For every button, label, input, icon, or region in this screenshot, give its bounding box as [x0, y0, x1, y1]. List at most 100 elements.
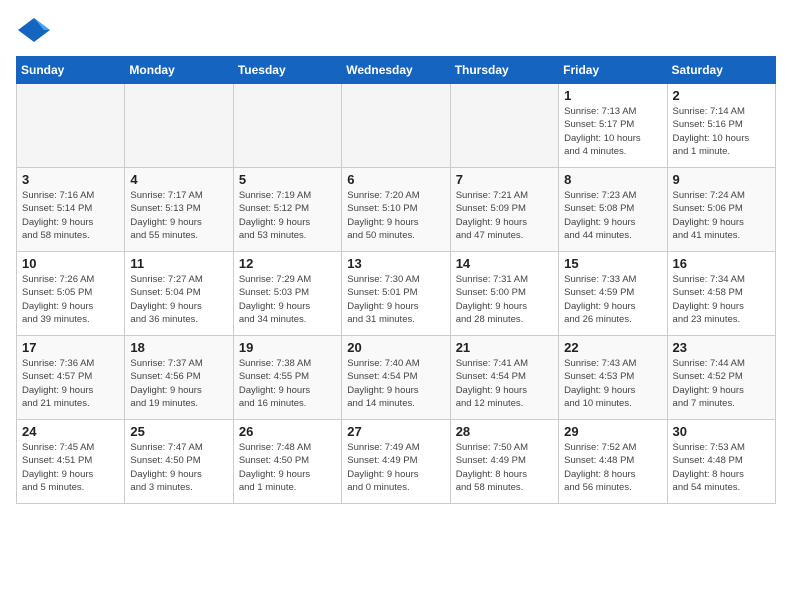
day-info: Sunrise: 7:26 AM Sunset: 5:05 PM Dayligh… [22, 273, 119, 326]
day-number: 13 [347, 256, 444, 271]
day-number: 21 [456, 340, 553, 355]
calendar-cell [450, 84, 558, 168]
calendar-cell: 12 Sunrise: 7:29 AM Sunset: 5:03 PM Dayli… [233, 252, 341, 336]
day-number: 3 [22, 172, 119, 187]
day-info: Sunrise: 7:44 AM Sunset: 4:52 PM Dayligh… [673, 357, 770, 410]
calendar-cell: 2 Sunrise: 7:14 AM Sunset: 5:16 PM Daylig… [667, 84, 775, 168]
day-number: 28 [456, 424, 553, 439]
weekday-header-wednesday: Wednesday [342, 57, 450, 84]
day-info: Sunrise: 7:27 AM Sunset: 5:04 PM Dayligh… [130, 273, 227, 326]
calendar-cell: 14 Sunrise: 7:31 AM Sunset: 5:00 PM Dayli… [450, 252, 558, 336]
day-number: 15 [564, 256, 661, 271]
day-info: Sunrise: 7:53 AM Sunset: 4:48 PM Dayligh… [673, 441, 770, 494]
calendar-cell [17, 84, 125, 168]
day-info: Sunrise: 7:33 AM Sunset: 4:59 PM Dayligh… [564, 273, 661, 326]
calendar-cell: 20 Sunrise: 7:40 AM Sunset: 4:54 PM Dayli… [342, 336, 450, 420]
day-number: 11 [130, 256, 227, 271]
day-info: Sunrise: 7:50 AM Sunset: 4:49 PM Dayligh… [456, 441, 553, 494]
day-info: Sunrise: 7:24 AM Sunset: 5:06 PM Dayligh… [673, 189, 770, 242]
day-number: 4 [130, 172, 227, 187]
calendar-cell: 28 Sunrise: 7:50 AM Sunset: 4:49 PM Dayli… [450, 420, 558, 504]
logo-icon [16, 16, 52, 44]
weekday-header-saturday: Saturday [667, 57, 775, 84]
calendar-cell: 11 Sunrise: 7:27 AM Sunset: 5:04 PM Dayli… [125, 252, 233, 336]
day-info: Sunrise: 7:34 AM Sunset: 4:58 PM Dayligh… [673, 273, 770, 326]
day-info: Sunrise: 7:30 AM Sunset: 5:01 PM Dayligh… [347, 273, 444, 326]
calendar-cell: 27 Sunrise: 7:49 AM Sunset: 4:49 PM Dayli… [342, 420, 450, 504]
day-number: 6 [347, 172, 444, 187]
day-number: 10 [22, 256, 119, 271]
day-number: 7 [456, 172, 553, 187]
day-number: 24 [22, 424, 119, 439]
day-number: 27 [347, 424, 444, 439]
calendar-cell: 16 Sunrise: 7:34 AM Sunset: 4:58 PM Dayli… [667, 252, 775, 336]
day-number: 2 [673, 88, 770, 103]
day-info: Sunrise: 7:19 AM Sunset: 5:12 PM Dayligh… [239, 189, 336, 242]
day-number: 17 [22, 340, 119, 355]
calendar-cell: 8 Sunrise: 7:23 AM Sunset: 5:08 PM Daylig… [559, 168, 667, 252]
day-info: Sunrise: 7:29 AM Sunset: 5:03 PM Dayligh… [239, 273, 336, 326]
calendar-cell: 25 Sunrise: 7:47 AM Sunset: 4:50 PM Dayli… [125, 420, 233, 504]
calendar-cell [125, 84, 233, 168]
calendar-cell: 24 Sunrise: 7:45 AM Sunset: 4:51 PM Dayli… [17, 420, 125, 504]
day-number: 1 [564, 88, 661, 103]
day-number: 25 [130, 424, 227, 439]
calendar-cell: 7 Sunrise: 7:21 AM Sunset: 5:09 PM Daylig… [450, 168, 558, 252]
day-info: Sunrise: 7:40 AM Sunset: 4:54 PM Dayligh… [347, 357, 444, 410]
calendar-cell [342, 84, 450, 168]
day-info: Sunrise: 7:21 AM Sunset: 5:09 PM Dayligh… [456, 189, 553, 242]
day-number: 8 [564, 172, 661, 187]
page-header [16, 16, 776, 44]
weekday-header-tuesday: Tuesday [233, 57, 341, 84]
day-info: Sunrise: 7:45 AM Sunset: 4:51 PM Dayligh… [22, 441, 119, 494]
calendar-cell: 4 Sunrise: 7:17 AM Sunset: 5:13 PM Daylig… [125, 168, 233, 252]
day-number: 20 [347, 340, 444, 355]
day-info: Sunrise: 7:47 AM Sunset: 4:50 PM Dayligh… [130, 441, 227, 494]
day-info: Sunrise: 7:31 AM Sunset: 5:00 PM Dayligh… [456, 273, 553, 326]
calendar-cell: 15 Sunrise: 7:33 AM Sunset: 4:59 PM Dayli… [559, 252, 667, 336]
day-info: Sunrise: 7:49 AM Sunset: 4:49 PM Dayligh… [347, 441, 444, 494]
day-number: 14 [456, 256, 553, 271]
calendar-cell: 19 Sunrise: 7:38 AM Sunset: 4:55 PM Dayli… [233, 336, 341, 420]
day-number: 18 [130, 340, 227, 355]
calendar-cell: 3 Sunrise: 7:16 AM Sunset: 5:14 PM Daylig… [17, 168, 125, 252]
day-number: 29 [564, 424, 661, 439]
calendar-cell: 18Sunrise: 7:37 AM Sunset: 4:56 PM Dayli… [125, 336, 233, 420]
day-number: 30 [673, 424, 770, 439]
day-info: Sunrise: 7:16 AM Sunset: 5:14 PM Dayligh… [22, 189, 119, 242]
calendar-cell [233, 84, 341, 168]
calendar-cell: 6 Sunrise: 7:20 AM Sunset: 5:10 PM Daylig… [342, 168, 450, 252]
day-number: 12 [239, 256, 336, 271]
calendar-cell: 10 Sunrise: 7:26 AM Sunset: 5:05 PM Dayli… [17, 252, 125, 336]
calendar-cell: 22Sunrise: 7:43 AM Sunset: 4:53 PM Dayli… [559, 336, 667, 420]
calendar-cell: 5Sunrise: 7:19 AM Sunset: 5:12 PM Daylig… [233, 168, 341, 252]
day-info: Sunrise: 7:38 AM Sunset: 4:55 PM Dayligh… [239, 357, 336, 410]
calendar-cell: 17 Sunrise: 7:36 AM Sunset: 4:57 PM Dayli… [17, 336, 125, 420]
calendar-cell: 21 Sunrise: 7:41 AM Sunset: 4:54 PM Dayli… [450, 336, 558, 420]
calendar-cell: 29 Sunrise: 7:52 AM Sunset: 4:48 PM Dayli… [559, 420, 667, 504]
day-number: 9 [673, 172, 770, 187]
day-info: Sunrise: 7:14 AM Sunset: 5:16 PM Dayligh… [673, 105, 770, 158]
day-info: Sunrise: 7:13 AM Sunset: 5:17 PM Dayligh… [564, 105, 661, 158]
day-number: 22 [564, 340, 661, 355]
day-number: 16 [673, 256, 770, 271]
day-info: Sunrise: 7:17 AM Sunset: 5:13 PM Dayligh… [130, 189, 227, 242]
day-info: Sunrise: 7:36 AM Sunset: 4:57 PM Dayligh… [22, 357, 119, 410]
day-info: Sunrise: 7:23 AM Sunset: 5:08 PM Dayligh… [564, 189, 661, 242]
day-info: Sunrise: 7:41 AM Sunset: 4:54 PM Dayligh… [456, 357, 553, 410]
calendar-cell: 9 Sunrise: 7:24 AM Sunset: 5:06 PM Daylig… [667, 168, 775, 252]
calendar-cell: 13 Sunrise: 7:30 AM Sunset: 5:01 PM Dayli… [342, 252, 450, 336]
weekday-header-sunday: Sunday [17, 57, 125, 84]
calendar-cell: 1 Sunrise: 7:13 AM Sunset: 5:17 PM Daylig… [559, 84, 667, 168]
calendar-cell: 26 Sunrise: 7:48 AM Sunset: 4:50 PM Dayli… [233, 420, 341, 504]
day-number: 23 [673, 340, 770, 355]
day-info: Sunrise: 7:20 AM Sunset: 5:10 PM Dayligh… [347, 189, 444, 242]
day-number: 26 [239, 424, 336, 439]
logo [16, 16, 56, 44]
day-number: 19 [239, 340, 336, 355]
day-info: Sunrise: 7:52 AM Sunset: 4:48 PM Dayligh… [564, 441, 661, 494]
weekday-header-monday: Monday [125, 57, 233, 84]
calendar-cell: 23 Sunrise: 7:44 AM Sunset: 4:52 PM Dayli… [667, 336, 775, 420]
calendar-cell: 30 Sunrise: 7:53 AM Sunset: 4:48 PM Dayli… [667, 420, 775, 504]
day-info: Sunrise: 7:48 AM Sunset: 4:50 PM Dayligh… [239, 441, 336, 494]
